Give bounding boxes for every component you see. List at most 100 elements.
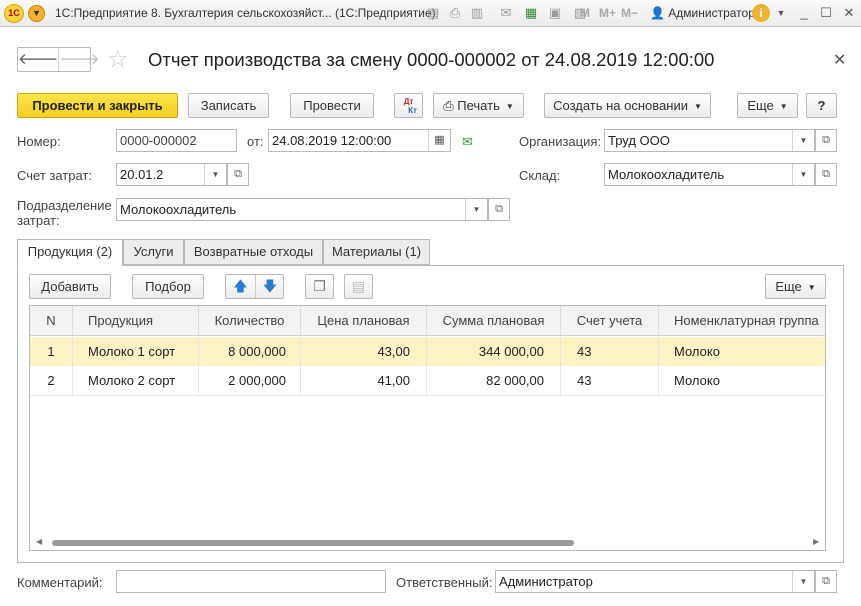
tab-returnable-waste[interactable]: Возвратные отходы bbox=[184, 239, 323, 265]
main-menu-icon[interactable]: ▼ bbox=[28, 5, 45, 22]
column-header-product[interactable]: Продукция bbox=[73, 306, 199, 335]
row-product[interactable]: Молоко 1 сорт bbox=[73, 337, 199, 366]
help-button[interactable]: ? bbox=[806, 93, 837, 118]
tab-materials[interactable]: Материалы (1) bbox=[323, 239, 430, 265]
responsible-open-icon[interactable]: ⧉ bbox=[815, 570, 837, 593]
row-quantity[interactable]: 2 000,000 bbox=[199, 366, 301, 395]
division-field[interactable]: Молокоохладитель ▼ bbox=[116, 198, 488, 221]
kt-label: Кт bbox=[408, 106, 417, 115]
paste-icon[interactable]: ▤ bbox=[344, 274, 373, 299]
cost-account-label: Счет затрат: bbox=[17, 168, 92, 183]
table-more-button[interactable]: Еще ▼ bbox=[765, 274, 826, 299]
column-header-planned-price[interactable]: Цена плановая bbox=[301, 306, 427, 335]
calendar-picker-icon[interactable]: ▦ bbox=[428, 130, 450, 151]
warehouse-open-icon[interactable]: ⧉ bbox=[815, 163, 837, 186]
document-title: Отчет производства за смену 0000-000002 … bbox=[148, 49, 715, 70]
row-planned-sum[interactable]: 82 000,00 bbox=[427, 366, 561, 395]
move-down-icon[interactable]: 🡇 bbox=[255, 275, 284, 298]
table-row[interactable]: 2 Молоко 2 сорт 2 000,000 41,00 82 000,0… bbox=[30, 366, 825, 395]
info-dropdown-icon[interactable]: ▼ bbox=[772, 4, 790, 22]
division-open-icon[interactable]: ⧉ bbox=[488, 198, 510, 221]
scroll-right-icon[interactable]: ▶ bbox=[813, 537, 819, 546]
post-button[interactable]: Провести bbox=[290, 93, 374, 118]
window-title: 1С:Предприятие 8. Бухгалтерия сельскохоз… bbox=[55, 6, 436, 20]
copy-row-icon[interactable]: ❐ bbox=[305, 274, 334, 299]
number-field[interactable]: 0000-000002 bbox=[116, 129, 237, 152]
scroll-left-icon[interactable]: ◀ bbox=[36, 537, 42, 546]
date-field[interactable]: 24.08.2019 12:00:00 ▦ bbox=[268, 129, 451, 152]
scrollbar-thumb[interactable] bbox=[52, 540, 574, 546]
division-value: Молокоохладитель bbox=[120, 202, 237, 217]
row-quantity[interactable]: 8 000,000 bbox=[199, 337, 301, 366]
column-header-planned-sum[interactable]: Сумма плановая bbox=[427, 306, 561, 335]
column-header-quantity[interactable]: Количество bbox=[199, 306, 301, 335]
responsible-field[interactable]: Администратор ▼ bbox=[495, 570, 815, 593]
memory-m-button[interactable]: M bbox=[580, 6, 590, 20]
row-account[interactable]: 43 bbox=[561, 366, 659, 395]
add-row-button[interactable]: Добавить bbox=[29, 274, 111, 299]
cost-account-value: 20.01.2 bbox=[120, 167, 164, 182]
row-planned-price[interactable]: 43,00 bbox=[301, 337, 427, 366]
row-planned-price[interactable]: 41,00 bbox=[301, 366, 427, 395]
minimize-icon[interactable]: _ bbox=[795, 4, 813, 22]
favorite-star-icon[interactable]: ☆ bbox=[107, 45, 129, 74]
row-item-group[interactable]: Молоко bbox=[659, 337, 825, 366]
maximize-icon[interactable]: ☐ bbox=[817, 4, 835, 22]
division-dropdown-icon[interactable]: ▼ bbox=[465, 199, 487, 220]
current-user[interactable]: 👤 Администратор bbox=[650, 6, 755, 20]
comment-field[interactable] bbox=[116, 570, 386, 593]
save-button[interactable]: Записать bbox=[188, 93, 269, 118]
create-based-on-button[interactable]: Создать на основании ▼ bbox=[544, 93, 711, 118]
save-icon[interactable]: ▤ bbox=[424, 4, 442, 22]
warehouse-dropdown-icon[interactable]: ▼ bbox=[792, 164, 814, 185]
create-based-on-label: Создать на основании bbox=[553, 98, 688, 113]
memory-plus-button[interactable]: M+ bbox=[599, 6, 616, 20]
cost-account-open-icon[interactable]: ⧉ bbox=[227, 163, 249, 186]
row-number: 1 bbox=[30, 337, 73, 366]
organization-dropdown-icon[interactable]: ▼ bbox=[792, 130, 814, 151]
responsible-dropdown-icon[interactable]: ▼ bbox=[792, 571, 814, 592]
tab-services[interactable]: Услуги bbox=[123, 239, 184, 265]
back-arrow-icon[interactable]: 🡐 bbox=[18, 48, 58, 71]
move-up-icon[interactable]: 🡅 bbox=[226, 275, 255, 298]
column-header-item-group[interactable]: Номенклатурная группа bbox=[659, 306, 825, 335]
row-planned-sum[interactable]: 344 000,00 bbox=[427, 337, 561, 366]
dt-kt-button[interactable]: Дт Кт bbox=[394, 93, 423, 118]
date-label: от: bbox=[247, 134, 264, 149]
comment-label: Комментарий: bbox=[17, 575, 103, 590]
products-table[interactable]: N Продукция Количество Цена плановая Сум… bbox=[29, 305, 826, 551]
organization-field[interactable]: Труд ООО ▼ bbox=[604, 129, 815, 152]
close-window-icon[interactable]: ✕ bbox=[840, 4, 858, 22]
calendar-icon[interactable]: ▣ bbox=[546, 4, 564, 22]
preview-icon[interactable]: ▥ bbox=[468, 4, 486, 22]
print-icon[interactable]: ⎙ bbox=[446, 4, 464, 22]
chevron-down-icon: ▼ bbox=[505, 102, 514, 112]
row-item-group[interactable]: Молоко bbox=[659, 366, 825, 395]
print-label: Печать bbox=[457, 98, 500, 113]
window-title-bar: 1C ▼ 1С:Предприятие 8. Бухгалтерия сельс… bbox=[0, 0, 861, 27]
close-form-icon[interactable]: ✕ bbox=[833, 50, 846, 70]
horizontal-scrollbar[interactable]: ◀ ▶ bbox=[30, 536, 825, 550]
cost-account-dropdown-icon[interactable]: ▼ bbox=[204, 164, 226, 185]
row-account[interactable]: 43 bbox=[561, 337, 659, 366]
responsible-value: Администратор bbox=[499, 574, 593, 589]
tab-products[interactable]: Продукция (2) bbox=[17, 239, 123, 266]
warehouse-field[interactable]: Молокоохладитель ▼ bbox=[604, 163, 815, 186]
print-button[interactable]: ⎙ Печать ▼ bbox=[433, 93, 524, 118]
post-and-close-button[interactable]: Провести и закрыть bbox=[17, 93, 178, 118]
more-button[interactable]: Еще ▼ bbox=[737, 93, 798, 118]
mail-icon[interactable]: ✉ bbox=[497, 4, 515, 22]
select-button[interactable]: Подбор bbox=[132, 274, 204, 299]
row-product[interactable]: Молоко 2 сорт bbox=[73, 366, 199, 395]
column-header-account[interactable]: Счет учета bbox=[561, 306, 659, 335]
info-icon[interactable]: i bbox=[752, 4, 770, 22]
forward-arrow-icon[interactable]: 🡒 bbox=[58, 48, 99, 71]
organization-open-icon[interactable]: ⧉ bbox=[815, 129, 837, 152]
column-header-n[interactable]: N bbox=[30, 306, 73, 335]
spreadsheet-icon[interactable]: ▦ bbox=[522, 4, 540, 22]
cost-account-field[interactable]: 20.01.2 ▼ bbox=[116, 163, 227, 186]
user-icon: 👤 bbox=[650, 6, 665, 20]
responsible-label: Ответственный: bbox=[396, 575, 493, 590]
table-row[interactable]: 1 Молоко 1 сорт 8 000,000 43,00 344 000,… bbox=[30, 337, 825, 366]
memory-minus-button[interactable]: M− bbox=[621, 6, 638, 20]
